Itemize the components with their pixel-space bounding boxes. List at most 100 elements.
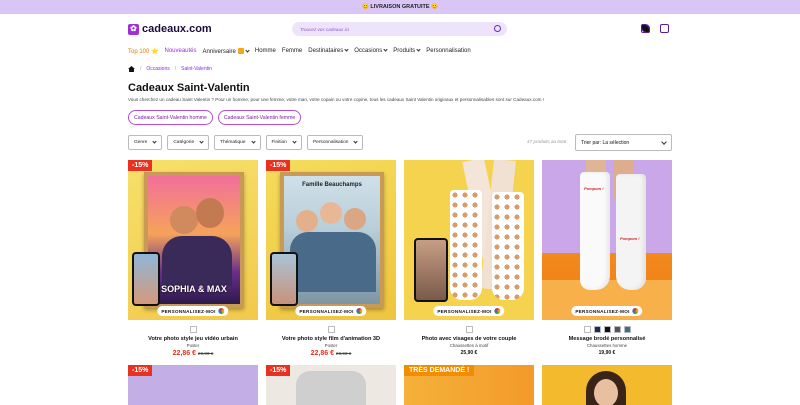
- product-price: 22,86 €26,90 €: [172, 350, 214, 357]
- nav-femme[interactable]: Femme: [282, 48, 302, 54]
- chevron-down-icon: [250, 139, 256, 144]
- nav-top100[interactable]: Top 100 ⭐: [128, 48, 159, 55]
- product-name[interactable]: Votre photo style film d'animation 3D: [266, 336, 396, 342]
- product-card[interactable]: PERSONNALISEZ-MOI Photo avec visages de …: [404, 160, 534, 357]
- color-wheel-icon: [632, 308, 639, 314]
- chevron-down-icon: [344, 47, 349, 52]
- portrait-face: [344, 208, 366, 230]
- product-image[interactable]: -15%: [266, 365, 396, 405]
- product-price: 22,86 €26,90 €: [310, 350, 352, 357]
- chevron-down-icon: [245, 47, 250, 53]
- filter-categorie[interactable]: Catégorie: [167, 135, 210, 150]
- product-image[interactable]: [542, 365, 672, 405]
- color-wheel-icon: [494, 308, 501, 314]
- search-input[interactable]: Trouvez vos cadeaux ici: [292, 22, 507, 36]
- personalize-badge: PERSONNALISEZ-MOI: [295, 306, 367, 316]
- page-intro: Vous cherchez un cadeau Saint Valentin ?…: [128, 97, 545, 102]
- poster-caption: Famille Beauchamps: [302, 182, 362, 188]
- chevron-down-icon: [353, 139, 359, 144]
- color-swatch-white[interactable]: [583, 325, 591, 333]
- product-card[interactable]: -15%: [128, 365, 258, 405]
- portrait-body: [162, 236, 232, 286]
- logo[interactable]: ✿ cadeaux.com: [128, 23, 212, 35]
- cart-icon[interactable]: [660, 24, 669, 33]
- pill-homme[interactable]: Cadeaux Saint-Valentin homme: [128, 110, 213, 125]
- popular-badge: TRÈS DEMANDÉ !: [404, 365, 475, 376]
- chevron-down-icon: [383, 47, 388, 52]
- color-wheel-icon: [356, 308, 363, 314]
- page-title: Cadeaux Saint-Valentin: [128, 82, 250, 94]
- filter-finition[interactable]: Finition: [265, 135, 302, 150]
- breadcrumb-saint-valentin[interactable]: Saint-Valentin: [181, 66, 212, 72]
- discount-badge: -15%: [266, 365, 291, 376]
- nav-anniversaire[interactable]: Anniversaire: [203, 47, 250, 55]
- product-image[interactable]: TRÈS DEMANDÉ !: [404, 365, 534, 405]
- phone-preview: [270, 252, 298, 306]
- nav-homme[interactable]: Homme: [255, 48, 276, 54]
- filter-thematique[interactable]: Thématique: [214, 135, 261, 150]
- discount-badge: -15%: [266, 160, 291, 171]
- product-image[interactable]: PERSONNALISEZ-MOI: [404, 160, 534, 320]
- color-swatch[interactable]: [327, 325, 335, 333]
- discount-badge: -15%: [128, 160, 153, 171]
- site-header: ✿ cadeaux.com Trouvez vos cadeaux ici: [0, 14, 800, 44]
- poster-caption: SOPHIA & MAX: [161, 284, 227, 294]
- portrait-face: [296, 210, 318, 232]
- product-image[interactable]: Famille Beauchamps -15% PERSONNALISEZ-MO…: [266, 160, 396, 320]
- product-image[interactable]: -15%: [128, 365, 258, 405]
- sock-left: [450, 190, 482, 300]
- phone-icon[interactable]: [641, 24, 650, 33]
- phone-preview: [414, 238, 448, 302]
- nav-destinataires[interactable]: Destinataires: [308, 47, 349, 54]
- nav-occasions[interactable]: Occasions: [354, 47, 388, 54]
- filter-personnalisation[interactable]: Personnalisation: [306, 135, 364, 150]
- color-swatch-grey[interactable]: [613, 325, 621, 333]
- sock-left: Pompom !: [580, 172, 610, 290]
- nav-personnalisation[interactable]: Personnalisation: [426, 48, 470, 54]
- product-name[interactable]: Votre photo style jeu vidéo urbain: [128, 336, 258, 342]
- search-placeholder: Trouvez vos cadeaux ici: [300, 26, 349, 32]
- product-card[interactable]: TRÈS DEMANDÉ !: [404, 365, 534, 405]
- sock-right: Pompom !: [616, 174, 646, 290]
- portrait-body: [290, 232, 376, 292]
- color-swatch-navy[interactable]: [593, 325, 601, 333]
- home-icon[interactable]: [128, 66, 135, 72]
- search-icon[interactable]: [494, 25, 501, 32]
- product-image[interactable]: Pompom ! Pompom ! PERSONNALISEZ-MOI: [542, 160, 672, 320]
- main-nav: Top 100 ⭐ Nouveautés Anniversaire Homme …: [0, 44, 800, 58]
- nav-nouveautes[interactable]: Nouveautés: [165, 48, 197, 54]
- chevron-down-icon: [416, 47, 421, 52]
- color-swatch-black[interactable]: [603, 325, 611, 333]
- product-card[interactable]: Pompom ! Pompom ! PERSONNALISEZ-MOI Mess…: [542, 160, 672, 357]
- color-swatch-blue[interactable]: [623, 325, 631, 333]
- product-name[interactable]: Message brodé personnalisé: [542, 336, 672, 342]
- pill-femme[interactable]: Cadeaux Saint-Valentin femme: [217, 110, 302, 125]
- product-card[interactable]: SOPHIA & MAX -15% PERSONNALISEZ-MOI Votr…: [128, 160, 258, 357]
- personalize-badge: PERSONNALISEZ-MOI: [157, 306, 229, 316]
- personalize-badge: PERSONNALISEZ-MOI: [433, 306, 505, 316]
- product-type: Chaussettes à motif: [449, 343, 489, 348]
- color-swatch[interactable]: [189, 325, 197, 333]
- product-grid: SOPHIA & MAX -15% PERSONNALISEZ-MOI Votr…: [128, 160, 672, 405]
- nav-produits[interactable]: Produits: [393, 47, 421, 54]
- product-card[interactable]: [542, 365, 672, 405]
- sock-embroidery: Pompom !: [584, 186, 604, 191]
- phone-preview: [132, 252, 160, 306]
- model-face: [594, 379, 618, 405]
- color-wheel-icon: [218, 308, 225, 314]
- product-card[interactable]: Famille Beauchamps -15% PERSONNALISEZ-MO…: [266, 160, 396, 357]
- filter-genre[interactable]: Genre: [128, 135, 163, 150]
- promo-banner: 😊 LIVRAISON GRATUITE 😊: [0, 0, 800, 14]
- gift-icon: [237, 47, 244, 54]
- promo-text: 😊 LIVRAISON GRATUITE 😊: [362, 4, 438, 10]
- chevron-down-icon: [199, 139, 204, 144]
- product-price: 19,90 €: [598, 350, 616, 356]
- product-type: Poster: [186, 343, 200, 348]
- product-card[interactable]: -15%: [266, 365, 396, 405]
- sort-select[interactable]: Trier par: La sélection: [575, 134, 672, 151]
- logo-text: cadeaux.com: [142, 23, 212, 35]
- breadcrumb-occasions[interactable]: Occasions: [146, 66, 169, 72]
- product-name[interactable]: Photo avec visages de votre couple: [404, 336, 534, 342]
- color-swatch[interactable]: [465, 325, 473, 333]
- product-image[interactable]: SOPHIA & MAX -15% PERSONNALISEZ-MOI: [128, 160, 258, 320]
